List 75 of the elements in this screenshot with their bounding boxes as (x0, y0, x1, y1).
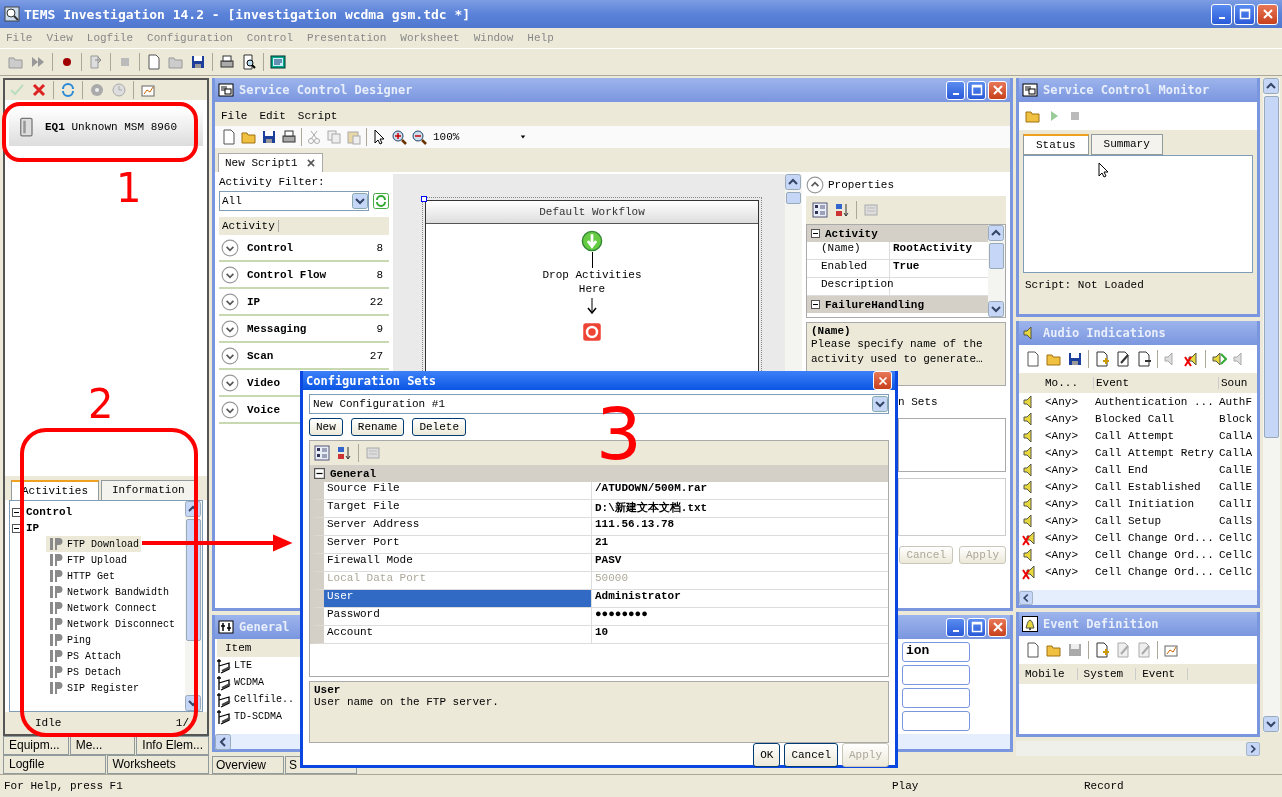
drop-hint: Drop Activities Here (542, 268, 642, 296)
section-title: General (330, 467, 377, 480)
group-name: IP (247, 295, 261, 308)
annotation-number: 1 (116, 168, 142, 208)
table-cell-text: <Any> (1044, 463, 1079, 476)
section-title: Activity (825, 227, 878, 240)
table-cell-text: CallI (1218, 497, 1253, 510)
table-cell-text: CallE (1218, 480, 1253, 493)
window-title: Service Control Designer (239, 83, 413, 97)
panel-label: n Sets (898, 396, 938, 410)
group-count: 8 (376, 268, 384, 281)
dialog-title: Configuration Sets (306, 373, 437, 388)
table-cell-text: <Any> (1044, 395, 1079, 408)
status-text: For Help, press F1 (3, 779, 124, 792)
table-cell-text: Call Attempt Retry (1094, 446, 1215, 459)
table-cell-text: CallA (1218, 446, 1253, 459)
table-cell-text: Block (1218, 412, 1253, 425)
group-name: Control Flow (247, 268, 327, 281)
table-cell-text: Call Initiation (1094, 497, 1196, 510)
table-cell-text: <Any> (1044, 548, 1079, 561)
table-cell-text: <Any> (1044, 565, 1079, 578)
window-title: General (239, 620, 290, 634)
table-cell-text: CellC (1218, 565, 1253, 578)
status-text: Play (892, 779, 920, 792)
window-title: Audio Indications (1043, 326, 1166, 340)
table-cell-text: <Any> (1044, 497, 1079, 510)
help-title: User (314, 684, 342, 696)
group-name: Messaging (247, 322, 307, 335)
group-count: 8 (376, 241, 384, 254)
status-text: Record (1083, 779, 1124, 792)
table-cell-text: Blocked Call (1094, 412, 1176, 425)
table-cell-text: Cell Change Ord... (1094, 565, 1215, 578)
property-name: Enabled (807, 260, 890, 277)
help-title: (Name) (811, 325, 852, 337)
table-cell-text: <Any> (1044, 480, 1079, 493)
table-cell-text: CellC (1218, 548, 1253, 561)
status-text: Script: Not Loaded (1024, 278, 1145, 293)
group-count: 27 (369, 349, 384, 362)
table-cell-text: CellC (1218, 531, 1253, 544)
table-cell-text: Authentication ... (1094, 395, 1215, 408)
workflow-title: Default Workflow (426, 201, 758, 224)
table-cell-text: <Any> (1044, 514, 1079, 527)
table-cell-text: Call End (1094, 463, 1149, 476)
table-cell-text: Cell Change Ord... (1094, 531, 1215, 544)
window-title: Service Control Monitor (1043, 83, 1210, 97)
table-cell-text: <Any> (1044, 531, 1079, 544)
column-header: Activity (219, 220, 279, 232)
status-text: Idle (35, 717, 62, 729)
group-name: Voice (247, 403, 280, 416)
table-cell-text: <Any> (1044, 446, 1079, 459)
filter-label: Activity Filter: (219, 176, 326, 190)
table-cell-text: <Any> (1044, 412, 1079, 425)
table-cell-text: Cell Change Ord... (1094, 548, 1215, 561)
group-name: Scan (247, 349, 274, 362)
window-title: TEMS Investigation 14.2 - [investigation wcdma gsm.tdc *] (24, 6, 472, 22)
page-indicator: 1/ (175, 717, 189, 729)
group-count: 9 (376, 322, 384, 335)
group-name: Control (247, 241, 294, 254)
section-title: FailureHandling (825, 298, 925, 311)
table-cell-text: CallA (1218, 429, 1253, 442)
help-text: Please specify name of the activity used to generate… (811, 337, 984, 367)
window-title: Event Definition (1043, 617, 1159, 631)
table-cell-text: AuthF (1218, 395, 1253, 408)
group-name: Video (247, 376, 280, 389)
help-text: User name on the FTP server. (314, 696, 500, 708)
table-cell-text: Call Setup (1094, 514, 1162, 527)
table-cell-text: Call Established (1094, 480, 1202, 493)
table-cell-text: Call Attempt (1094, 429, 1176, 442)
panel-title: Properties (828, 179, 894, 191)
table-cell-text: <Any> (1044, 429, 1079, 442)
table-cell-text: CallS (1218, 514, 1253, 527)
table-cell-text: CallE (1218, 463, 1253, 476)
property-name: (Name) (807, 242, 890, 259)
group-count: 22 (369, 295, 384, 308)
annotation-number: 2 (88, 384, 114, 424)
